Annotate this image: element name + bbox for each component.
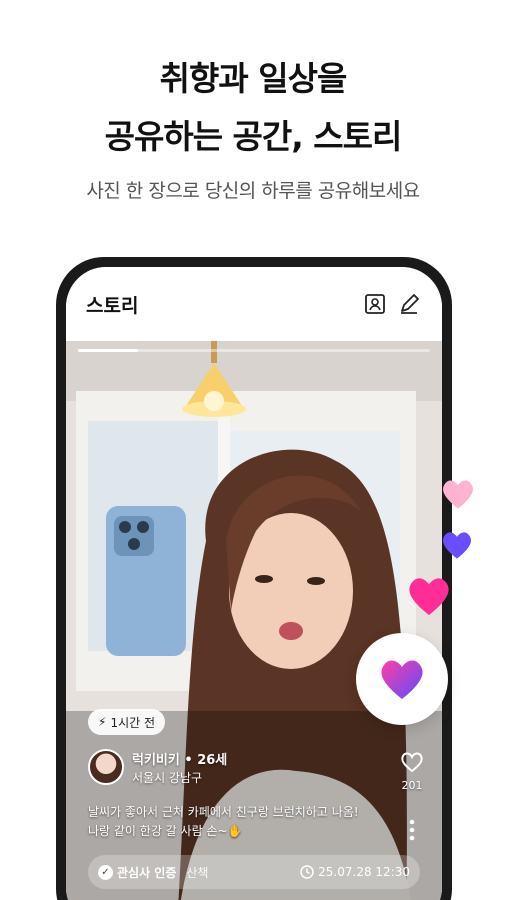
side-actions: 201: [392, 751, 432, 841]
phone-screen: 스토리 ⚡ 1시간 전 럭키비키 • 26세 서울시 강남구 201 날씨가 좋…: [66, 267, 442, 900]
lightning-icon: ⚡: [98, 715, 107, 729]
verified-check-icon: ✓: [98, 864, 113, 880]
verified-label: 관심사 인증: [117, 865, 177, 880]
time-ago-badge: ⚡ 1시간 전: [88, 709, 166, 735]
story-progress-fill: [78, 349, 138, 352]
avatar[interactable]: [88, 749, 124, 785]
gradient-heart-icon: [381, 660, 423, 699]
app-bar: 스토리: [66, 267, 442, 341]
edit-pencil-icon[interactable]: [396, 291, 422, 317]
purple-heart-icon: [442, 532, 472, 559]
like-heart-icon[interactable]: [400, 751, 424, 773]
story-progress-bar: [78, 349, 430, 352]
caption-line-2: 나랑 같이 한강 갈 사람 손~✋: [88, 824, 243, 838]
like-button[interactable]: [356, 633, 448, 725]
author-name: 럭키비키 • 26세: [132, 753, 228, 768]
interest-verified-badge: ✓ 관심사 인증: [98, 864, 176, 881]
clock-icon: [300, 865, 314, 879]
phone-frame: 스토리 ⚡ 1시간 전 럭키비키 • 26세 서울시 강남구 201 날씨가 좋…: [56, 257, 452, 900]
story-info-bar: ✓ 관심사 인증 산책 25.07.28 12:30: [88, 855, 420, 889]
pink-heart-icon: [409, 578, 449, 616]
story-date-text: 25.07.28 12:30: [318, 865, 410, 879]
promo-subtitle: 사진 한 장으로 당신의 하루를 공유해보세요: [86, 180, 420, 202]
story-caption: 날씨가 좋아서 근처 카페에서 친구랑 브런치하고 나옴! 나랑 같이 한강 갈…: [88, 803, 388, 841]
headline-line-1: 취향과 일상을: [159, 59, 348, 98]
more-options-icon[interactable]: [406, 819, 418, 841]
promo-headline: 취향과 일상을 공유하는 공간, 스토리: [0, 50, 506, 166]
headline-line-2: 공유하는 공간, 스토리: [104, 117, 403, 156]
like-count: 201: [401, 779, 423, 792]
story-datetime: 25.07.28 12:30: [300, 865, 410, 879]
time-ago-text: 1시간 전: [110, 715, 156, 730]
caption-line-1: 날씨가 좋아서 근처 카페에서 친구랑 브런치하고 나옴!: [88, 805, 359, 819]
story-author[interactable]: 럭키비키 • 26세 서울시 강남구: [88, 749, 388, 789]
page-title: 스토리: [86, 295, 139, 317]
story-photo[interactable]: ⚡ 1시간 전 럭키비키 • 26세 서울시 강남구 201 날씨가 좋아서 근…: [66, 341, 442, 900]
light-pink-heart-icon: [443, 480, 473, 509]
interest-tag: 산책: [186, 865, 209, 880]
author-location: 서울시 강남구: [132, 771, 203, 785]
profile-card-icon[interactable]: [362, 291, 388, 317]
